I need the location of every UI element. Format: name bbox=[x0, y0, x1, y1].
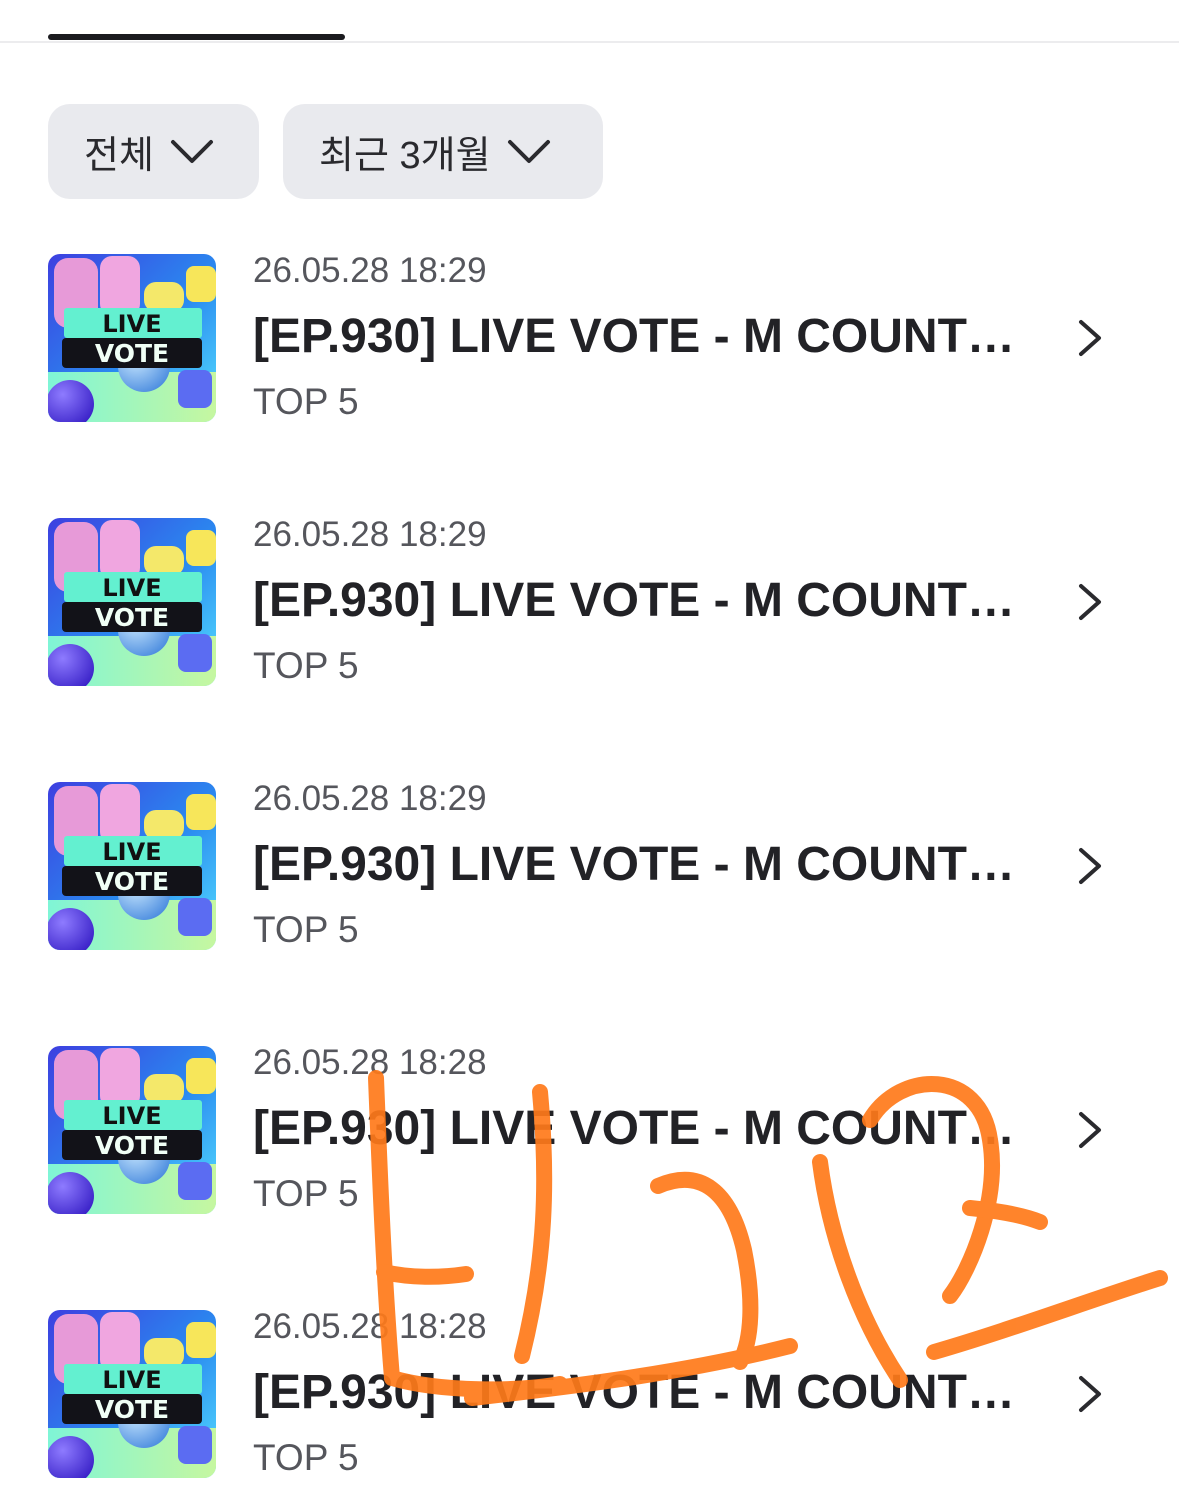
chevron-right-icon bbox=[1079, 1376, 1101, 1412]
item-title: [EP.930] LIVE VOTE - M COUNT… bbox=[253, 1366, 1015, 1419]
period-filter-label: 최근 3개월 bbox=[319, 135, 491, 177]
thumbnail-text-vote: VOTE bbox=[95, 1395, 169, 1424]
chevron-right-icon bbox=[1079, 584, 1101, 620]
item-subtitle: TOP 5 bbox=[253, 909, 359, 950]
item-date: 26.05.28 18:29 bbox=[253, 779, 487, 818]
thumbnail-text-vote: VOTE bbox=[95, 1131, 169, 1160]
live-vote-thumbnail: LIVE VOTE bbox=[48, 1046, 216, 1214]
item-date: 26.05.28 18:29 bbox=[253, 515, 487, 554]
chevron-right-icon bbox=[1079, 848, 1101, 884]
thumbnail-text-vote: VOTE bbox=[95, 339, 169, 368]
thumbnail-text-live: LIVE bbox=[102, 1366, 161, 1394]
chevron-down-icon bbox=[507, 139, 550, 163]
thumbnail-text-live: LIVE bbox=[102, 310, 161, 338]
period-filter-dropdown[interactable]: 최근 3개월 bbox=[283, 104, 603, 199]
live-vote-thumbnail: LIVE VOTE bbox=[48, 518, 216, 686]
list-item[interactable]: LIVE VOTE 26.05.28 18:28 [EP.930] LIVE V… bbox=[0, 1043, 1179, 1216]
item-title: [EP.930] LIVE VOTE - M COUNT… bbox=[253, 838, 1015, 891]
thumbnail-text-vote: VOTE bbox=[95, 867, 169, 896]
category-filter-label: 전체 bbox=[84, 135, 154, 177]
item-subtitle: TOP 5 bbox=[253, 645, 359, 686]
category-filter-dropdown[interactable]: 전체 bbox=[48, 104, 259, 199]
live-vote-thumbnail: LIVE VOTE bbox=[48, 782, 216, 950]
thumbnail-text-live: LIVE bbox=[102, 1102, 161, 1130]
live-vote-thumbnail: LIVE VOTE bbox=[48, 254, 216, 422]
item-subtitle: TOP 5 bbox=[253, 1173, 359, 1214]
item-subtitle: TOP 5 bbox=[253, 381, 359, 422]
chevron-right-icon bbox=[1079, 1112, 1101, 1148]
list-item[interactable]: LIVE VOTE 26.05.28 18:29 [EP.930] LIVE V… bbox=[0, 779, 1179, 952]
item-date: 26.05.28 18:29 bbox=[253, 251, 487, 290]
list-item[interactable]: LIVE VOTE 26.05.28 18:29 [EP.930] LIVE V… bbox=[0, 515, 1179, 688]
item-date: 26.05.28 18:28 bbox=[253, 1043, 487, 1082]
thumbnail-text-live: LIVE bbox=[102, 838, 161, 866]
thumbnail-text-vote: VOTE bbox=[95, 603, 169, 632]
item-subtitle: TOP 5 bbox=[253, 1437, 359, 1478]
list-item[interactable]: LIVE VOTE 26.05.28 18:29 [EP.930] LIVE V… bbox=[0, 251, 1179, 424]
item-title: [EP.930] LIVE VOTE - M COUNT… bbox=[253, 310, 1015, 363]
chevron-down-icon bbox=[170, 139, 213, 163]
tab-divider bbox=[0, 41, 1179, 43]
item-date: 26.05.28 18:28 bbox=[253, 1307, 487, 1346]
thumbnail-text-live: LIVE bbox=[102, 574, 161, 602]
live-vote-thumbnail: LIVE VOTE bbox=[48, 1310, 216, 1478]
item-title: [EP.930] LIVE VOTE - M COUNT… bbox=[253, 1102, 1015, 1155]
handwritten-scribble-overlay bbox=[368, 1070, 1168, 1406]
item-title: [EP.930] LIVE VOTE - M COUNT… bbox=[253, 574, 1015, 627]
chevron-right-icon bbox=[1079, 320, 1101, 356]
active-tab-indicator bbox=[48, 34, 345, 40]
list-item[interactable]: LIVE VOTE 26.05.28 18:28 [EP.930] LIVE V… bbox=[0, 1307, 1179, 1480]
